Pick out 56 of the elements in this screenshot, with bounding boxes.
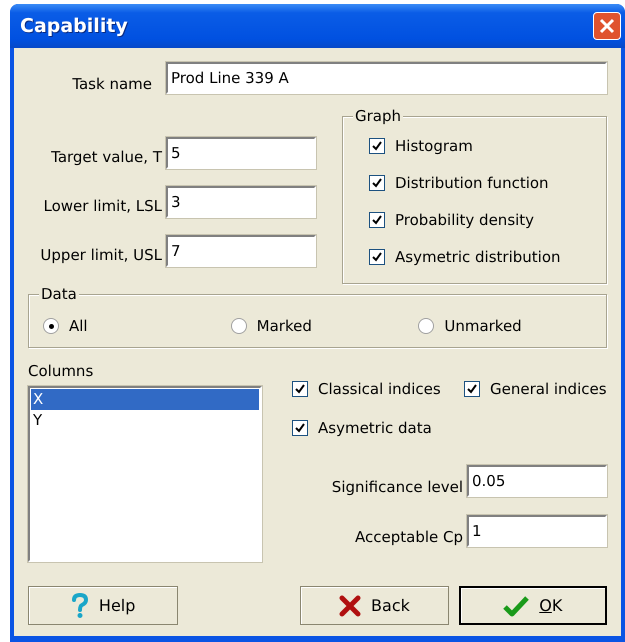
checkbox-box[interactable] [292, 381, 308, 397]
cross-icon [339, 594, 362, 616]
checkbox-box[interactable] [292, 420, 308, 436]
checkbox-label: Distribution function [395, 174, 549, 192]
checkmark-icon [503, 594, 530, 616]
input-field[interactable]: 1 [467, 515, 607, 547]
checkbox-box[interactable] [369, 175, 385, 191]
radio-button[interactable] [418, 318, 434, 334]
help-button[interactable]: Help [28, 586, 178, 625]
checkbox-label: Asymetric data [318, 419, 432, 437]
checkbox[interactable]: Histogram [369, 137, 606, 155]
radio-option[interactable]: All [43, 317, 231, 335]
checkbox-label: Classical indices [318, 380, 441, 398]
checkbox[interactable]: Classical indices [292, 380, 464, 398]
checkbox-box[interactable] [369, 138, 385, 154]
input-field[interactable]: 5 [166, 137, 316, 169]
radio-option[interactable]: Unmarked [418, 317, 606, 335]
radio-button[interactable] [43, 318, 59, 334]
radio-option[interactable]: Marked [230, 317, 418, 335]
radio-label: All [69, 317, 88, 335]
radio-label: Marked [256, 317, 312, 335]
checkbox-box[interactable] [369, 212, 385, 228]
list-label: Columns [28, 362, 94, 380]
field-label: Lower limit, LSL [42, 196, 163, 215]
question-mark-icon [70, 592, 89, 618]
window-title: Capability [20, 15, 128, 37]
field-label: Upper limit, USL [39, 245, 163, 264]
checkbox-label: Histogram [395, 137, 473, 155]
input-field[interactable]: 3 [166, 186, 316, 218]
input-field[interactable]: Prod Line 339 A [166, 62, 607, 94]
list-item[interactable]: Y [31, 410, 259, 431]
checkbox-label: General indices [490, 380, 607, 398]
field-label: Significance level [330, 477, 464, 496]
checkbox-label: Asymetric distribution [395, 248, 561, 266]
field-label: Task name [71, 74, 153, 93]
columns-list[interactable]: X Y [28, 386, 262, 562]
ok-button[interactable]: OK [458, 586, 607, 625]
back-button[interactable]: Back [300, 586, 449, 625]
checkbox[interactable]: Asymetric data [292, 419, 464, 437]
checkbox[interactable]: General indices [464, 380, 607, 398]
checkbox-label: Probability density [395, 211, 534, 229]
checkbox[interactable]: Probability density [369, 211, 606, 229]
radio-label: Unmarked [444, 317, 522, 335]
field-label: Target value, T [50, 147, 164, 166]
checkbox-box[interactable] [464, 381, 480, 397]
input-field[interactable]: 0.05 [467, 465, 607, 497]
radio-button[interactable] [230, 318, 247, 334]
input-field[interactable]: 7 [166, 235, 316, 267]
checkbox[interactable]: Asymetric distribution [369, 248, 606, 266]
group-title: Graph [353, 107, 404, 125]
list-item[interactable]: X [31, 389, 259, 410]
checkbox[interactable]: Distribution function [369, 174, 606, 192]
field-label: Acceptable Cp [354, 527, 464, 546]
close-button[interactable] [593, 12, 621, 40]
close-icon [599, 18, 615, 34]
checkbox-box[interactable] [369, 249, 385, 265]
